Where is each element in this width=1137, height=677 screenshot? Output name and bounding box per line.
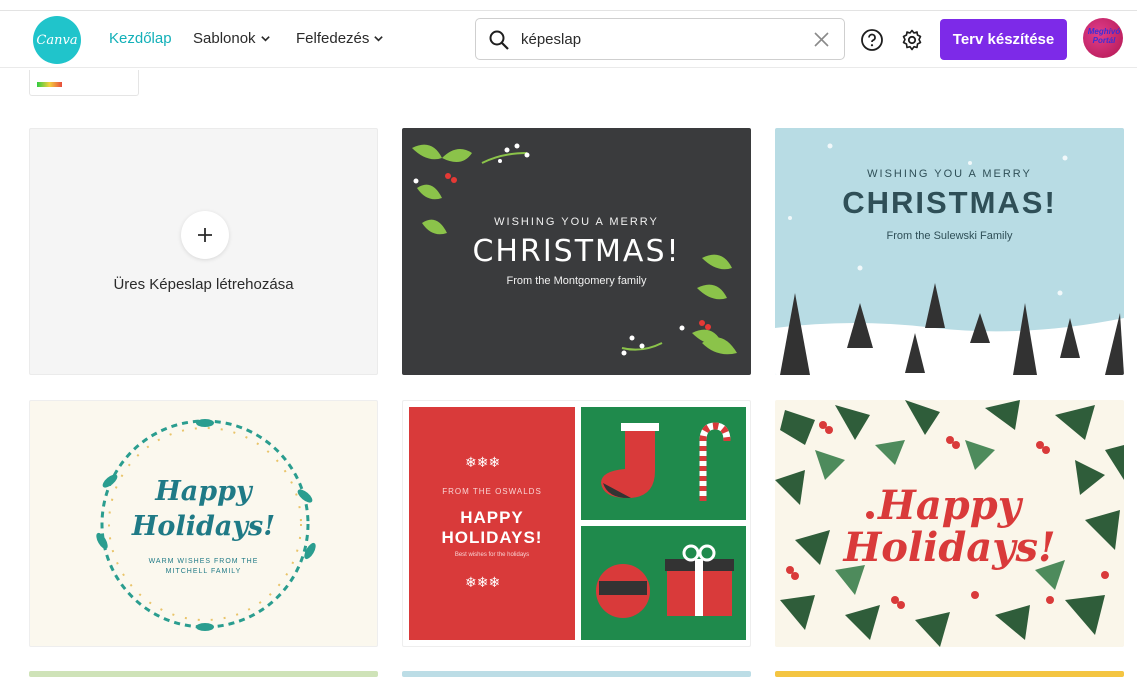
template-card[interactable] xyxy=(775,671,1124,677)
help-icon[interactable] xyxy=(860,28,884,52)
template-card[interactable]: WISHING YOU A MERRY CHRISTMAS! From the … xyxy=(402,128,751,375)
card-title1: Happy xyxy=(155,476,252,507)
logo-text: Canva xyxy=(36,32,78,48)
svg-text:❄❄❄: ❄❄❄ xyxy=(465,454,500,470)
color-bar xyxy=(37,82,62,87)
card-title: CHRISTMAS! xyxy=(472,234,681,269)
avatar[interactable]: Meghívó Portál xyxy=(1083,18,1123,58)
card-line1: FROM THE OSWALDS xyxy=(442,487,542,496)
card-title2: Holidays! xyxy=(131,511,276,542)
template-card[interactable]: ❄❄❄ ❄❄❄ FROM THE OSWALDS HAPPY HOLIDAYS! … xyxy=(402,400,751,647)
svg-text:❄❄❄: ❄❄❄ xyxy=(465,574,500,590)
nav-templates[interactable]: Sablonok xyxy=(193,30,271,47)
create-design-button[interactable]: Terv készítése xyxy=(940,19,1067,60)
card-title: CHRISTMAS! xyxy=(842,185,1057,220)
clear-icon[interactable] xyxy=(813,31,830,48)
card-line3: From the Sulewski Family xyxy=(886,230,1013,242)
plus-icon[interactable] xyxy=(181,211,229,259)
card-title1: HAPPY xyxy=(460,508,524,527)
template-card[interactable]: Happy Holidays! WARM WISHES FROM THE MIT… xyxy=(29,400,378,647)
card-title2: HOLIDAYS! xyxy=(441,528,543,547)
avatar-text: Meghívó Portál xyxy=(1087,27,1121,45)
gear-icon[interactable] xyxy=(900,28,924,52)
nav-home[interactable]: Kezdőlap xyxy=(109,30,172,47)
nav-home-label: Kezdőlap xyxy=(109,30,172,47)
template-card[interactable] xyxy=(402,671,751,677)
nav-discover[interactable]: Felfedezés xyxy=(296,30,384,47)
chevron-down-icon xyxy=(374,36,384,42)
search-box xyxy=(475,18,845,60)
card-line3: WARM WISHES FROM THE xyxy=(148,558,259,565)
canva-logo[interactable]: Canva xyxy=(33,16,81,64)
nav-templates-label: Sablonok xyxy=(193,30,256,47)
previous-card-partial[interactable] xyxy=(29,70,139,96)
create-design-label: Terv készítése xyxy=(952,31,1055,48)
blank-card-label: Üres Képeslap létrehozása xyxy=(113,276,294,293)
blank-postcard-card[interactable]: Üres Képeslap létrehozása xyxy=(29,128,378,375)
card-line4: MITCHELL FAMILY xyxy=(165,568,242,575)
card-line3: From the Montgomery family xyxy=(506,275,647,287)
card-title2: Holidays! xyxy=(843,524,1056,571)
card-line1: WISHING YOU A MERRY xyxy=(867,168,1032,180)
top-navigation-bar: Canva Kezdőlap Sablonok Felfedezés Terv … xyxy=(0,10,1137,68)
card-title1: Happy xyxy=(878,482,1021,529)
card-line3: Best wishes for the holidays xyxy=(454,552,530,558)
chevron-down-icon xyxy=(260,36,270,42)
nav-discover-label: Felfedezés xyxy=(296,30,370,47)
snowy-trees-decoration xyxy=(775,143,1124,375)
template-card[interactable]: WISHING YOU A MERRY CHRISTMAS! From the … xyxy=(775,128,1124,375)
template-card[interactable] xyxy=(29,671,378,677)
template-card[interactable]: Happy Holidays! xyxy=(775,400,1124,647)
card-line1: WISHING YOU A MERRY xyxy=(494,216,659,228)
search-icon[interactable] xyxy=(488,29,510,51)
search-input[interactable] xyxy=(521,28,801,50)
